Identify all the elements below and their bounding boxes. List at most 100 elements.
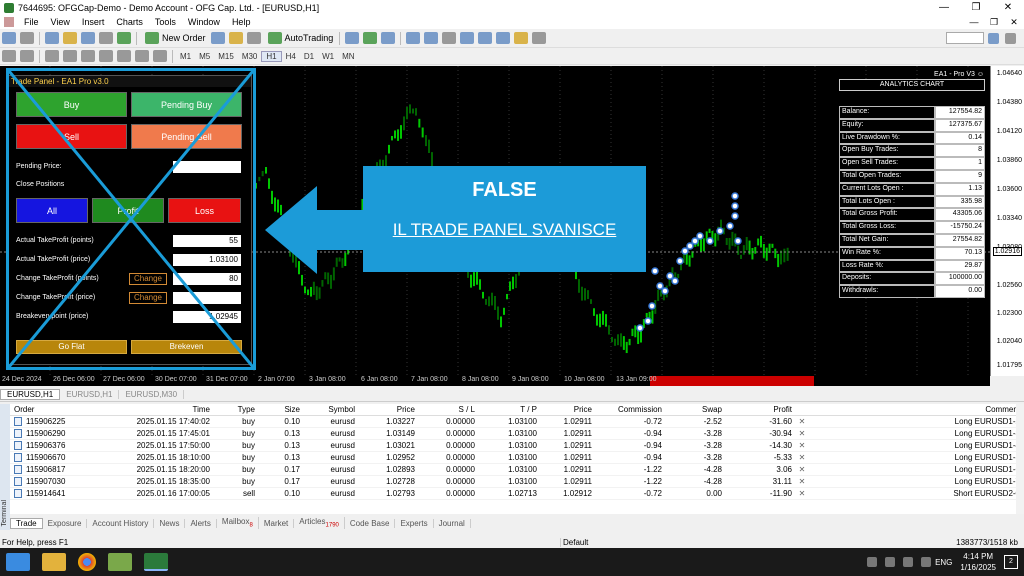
- market-watch-icon[interactable]: [45, 32, 59, 44]
- trade-marker[interactable]: [691, 237, 699, 245]
- col-type[interactable]: Type: [210, 405, 255, 414]
- app-icon[interactable]: [108, 553, 132, 571]
- chart-tab-eurusd-h1-2[interactable]: EURUSD,H1: [60, 390, 120, 399]
- change-tp-points-input[interactable]: 80: [173, 273, 241, 285]
- close-button[interactable]: ✕: [992, 0, 1024, 15]
- trade-marker[interactable]: [666, 272, 674, 280]
- table-row[interactable]: 115906817 2025.01.15 18:20:00 buy 0.17 eurus…: [10, 464, 1024, 476]
- minimize-button[interactable]: —: [928, 0, 960, 15]
- terminal-tab-market[interactable]: Market: [259, 518, 295, 528]
- col-tp[interactable]: T / P: [475, 405, 537, 414]
- buy-button[interactable]: Buy: [16, 92, 127, 117]
- trade-marker[interactable]: [706, 237, 714, 245]
- go-flat-button[interactable]: Go Flat: [16, 340, 127, 354]
- pending-price-input[interactable]: [173, 161, 241, 173]
- chat-icon[interactable]: [1005, 32, 1016, 44]
- menu-view[interactable]: View: [45, 17, 76, 27]
- notifications-icon[interactable]: 2: [1004, 555, 1018, 569]
- terminal-tab-trade[interactable]: Trade: [10, 517, 43, 529]
- child-close-button[interactable]: ✕: [1004, 15, 1024, 29]
- table-row[interactable]: 115914641 2025.01.16 17:00:05 sell 0.10 euru…: [10, 488, 1024, 500]
- metaeditor-icon[interactable]: [210, 32, 225, 44]
- terminal-icon[interactable]: [99, 32, 113, 44]
- timeframe-m5[interactable]: M5: [195, 52, 214, 61]
- volume-icon[interactable]: [921, 557, 932, 567]
- terminal-tab-experts[interactable]: Experts: [395, 518, 434, 528]
- terminal-side-tab[interactable]: Terminal: [0, 404, 10, 530]
- close-order-icon[interactable]: ✕: [792, 453, 812, 462]
- menu-charts[interactable]: Charts: [110, 17, 149, 27]
- table-row[interactable]: 115906290 2025.01.15 17:45:01 buy 0.13 eurus…: [10, 428, 1024, 440]
- col-sl[interactable]: S / L: [415, 405, 475, 414]
- timeframe-m30[interactable]: M30: [238, 52, 262, 61]
- terminal-scrollbar[interactable]: [1016, 404, 1024, 514]
- vps-icon[interactable]: [246, 32, 261, 44]
- network-icon[interactable]: [903, 557, 914, 567]
- maximize-button[interactable]: ❐: [960, 0, 992, 15]
- data-window-icon[interactable]: [63, 32, 77, 44]
- templates-icon[interactable]: [532, 32, 547, 44]
- terminal-tab-mailbox[interactable]: Mailbox8: [217, 517, 259, 529]
- col-size[interactable]: Size: [255, 405, 300, 414]
- breakeven-button[interactable]: Brekeven: [131, 340, 242, 354]
- col-symbol[interactable]: Symbol: [300, 405, 355, 414]
- timeframe-d1[interactable]: D1: [300, 52, 318, 61]
- close-profit-button[interactable]: Profit: [92, 198, 164, 223]
- table-row[interactable]: 115906225 2025.01.15 17:40:02 buy 0.10 eurus…: [10, 416, 1024, 428]
- close-order-icon[interactable]: ✕: [792, 417, 812, 426]
- clock[interactable]: 4:14 PM 1/16/2025: [960, 551, 996, 573]
- terminal-tab-code-base[interactable]: Code Base: [345, 518, 396, 528]
- timeframe-m15[interactable]: M15: [214, 52, 238, 61]
- menu-tools[interactable]: Tools: [149, 17, 182, 27]
- close-order-icon[interactable]: ✕: [792, 429, 812, 438]
- tile-windows-icon[interactable]: [442, 32, 457, 44]
- close-all-button[interactable]: All: [16, 198, 88, 223]
- profiles-icon[interactable]: [20, 32, 34, 44]
- trade-marker[interactable]: [681, 247, 689, 255]
- shapes-icon[interactable]: [153, 50, 167, 62]
- trade-marker[interactable]: [651, 267, 659, 275]
- trade-marker[interactable]: [686, 242, 694, 250]
- text-tool-icon[interactable]: [135, 50, 149, 62]
- trendline-icon[interactable]: [81, 50, 95, 62]
- change-tp-price-input[interactable]: [173, 292, 241, 304]
- col-comment[interactable]: Comment: [812, 405, 1024, 414]
- trade-panel-title[interactable]: Trade Panel - EA1 Pro v3.0: [7, 76, 251, 87]
- crosshair-icon[interactable]: [20, 50, 34, 62]
- menu-file[interactable]: File: [18, 17, 45, 27]
- cursor-icon[interactable]: [2, 50, 16, 62]
- periods-icon[interactable]: [514, 32, 529, 44]
- table-row[interactable]: 115906376 2025.01.15 17:50:00 buy 0.13 eurus…: [10, 440, 1024, 452]
- trade-marker[interactable]: [696, 232, 704, 240]
- close-loss-button[interactable]: Loss: [168, 198, 241, 223]
- chart-tab-eurusd-h1[interactable]: EURUSD,H1: [0, 389, 61, 400]
- trade-marker[interactable]: [661, 287, 669, 295]
- terminal-tab-articles[interactable]: Articles1790: [294, 517, 345, 529]
- close-order-icon[interactable]: ✕: [792, 465, 812, 474]
- metatrader-icon[interactable]: [144, 553, 168, 571]
- new-chart-icon[interactable]: [2, 32, 16, 44]
- trade-marker[interactable]: [644, 317, 652, 325]
- table-row[interactable]: 115907030 2025.01.15 18:35:00 buy 0.17 eurus…: [10, 476, 1024, 488]
- child-restore-button[interactable]: ❐: [984, 15, 1004, 29]
- terminal-tab-exposure[interactable]: Exposure: [43, 518, 88, 528]
- terminal-tab-journal[interactable]: Journal: [434, 518, 471, 528]
- trade-marker[interactable]: [726, 222, 734, 230]
- candlestick-icon[interactable]: [363, 32, 378, 44]
- timeframe-m1[interactable]: M1: [176, 52, 195, 61]
- timeframe-h1[interactable]: H1: [261, 50, 282, 62]
- trade-marker[interactable]: [731, 192, 739, 200]
- trade-marker[interactable]: [731, 212, 739, 220]
- terminal-tab-news[interactable]: News: [154, 518, 186, 528]
- col-current-price[interactable]: Price: [537, 405, 592, 414]
- search-icon[interactable]: [988, 32, 999, 44]
- trade-marker[interactable]: [716, 227, 724, 235]
- chrome-icon[interactable]: [78, 553, 96, 571]
- trade-marker[interactable]: [731, 202, 739, 210]
- change-tp-points-button[interactable]: Change: [129, 273, 167, 285]
- chart-shift-icon[interactable]: [460, 32, 475, 44]
- trade-marker[interactable]: [656, 282, 664, 290]
- close-order-icon[interactable]: ✕: [792, 489, 812, 498]
- col-price[interactable]: Price: [355, 405, 415, 414]
- equidistant-channel-icon[interactable]: [99, 50, 113, 62]
